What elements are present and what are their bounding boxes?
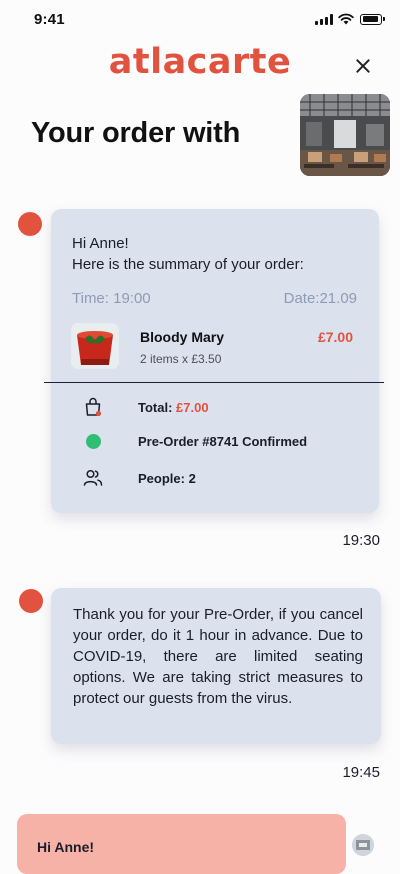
status-time: 9:41: [34, 11, 65, 28]
item-price: £7.00: [317, 329, 353, 345]
message-timestamp: 19:45: [342, 764, 380, 781]
restaurant-image: [300, 94, 390, 176]
total-text: Total: £7.00: [138, 400, 209, 415]
wifi-icon: [338, 13, 354, 25]
incoming-message-card: Hi Anne!: [17, 814, 346, 874]
drink-image: [71, 323, 119, 369]
greeting-line: Hi Anne!: [72, 235, 129, 252]
people-row: People: 2: [81, 468, 196, 488]
battery-icon: [360, 13, 385, 25]
total-label: Total:: [138, 399, 173, 415]
people-count: People: 2: [138, 470, 196, 486]
status-icons: [315, 13, 385, 25]
shopping-bag-icon: [81, 397, 105, 417]
item-name: Bloody Mary: [140, 329, 225, 345]
item-quantity: 2 items x £3.50: [140, 352, 222, 366]
restaurant-avatar: [352, 834, 374, 856]
divider: [44, 382, 384, 383]
notice-card: Thank you for your Pre-Order, if you can…: [51, 588, 381, 744]
greeting-text: Hi Anne! Here is the summary of your ord…: [72, 233, 362, 275]
summary-line: Here is the summary of your order:: [72, 256, 304, 273]
people-icon: [81, 468, 105, 488]
total-row: Total: £7.00: [81, 397, 209, 417]
order-date: Date:21.09: [283, 290, 357, 307]
order-time: Time: 19:00: [72, 290, 151, 307]
order-status: Pre-Order #8741 Confirmed: [138, 433, 308, 449]
cellular-signal-icon: [315, 13, 333, 25]
message-timestamp: 19:30: [342, 532, 380, 549]
app-logo: atlacarte: [108, 42, 292, 82]
status-bar: 9:41: [0, 0, 400, 40]
notice-text: Thank you for your Pre-Order, if you can…: [73, 606, 363, 707]
sender-indicator: [19, 589, 43, 613]
close-icon[interactable]: [352, 55, 374, 77]
status-indicator: [81, 431, 105, 451]
confirmed-dot-icon: [85, 433, 101, 449]
sender-indicator: [18, 212, 42, 236]
status-row: Pre-Order #8741 Confirmed: [81, 431, 307, 451]
order-summary-card: Hi Anne! Here is the summary of your ord…: [51, 209, 379, 513]
page-title: Your order with: [31, 117, 241, 149]
total-value: £7.00: [176, 399, 209, 415]
incoming-message-text: Hi Anne!: [37, 839, 95, 855]
